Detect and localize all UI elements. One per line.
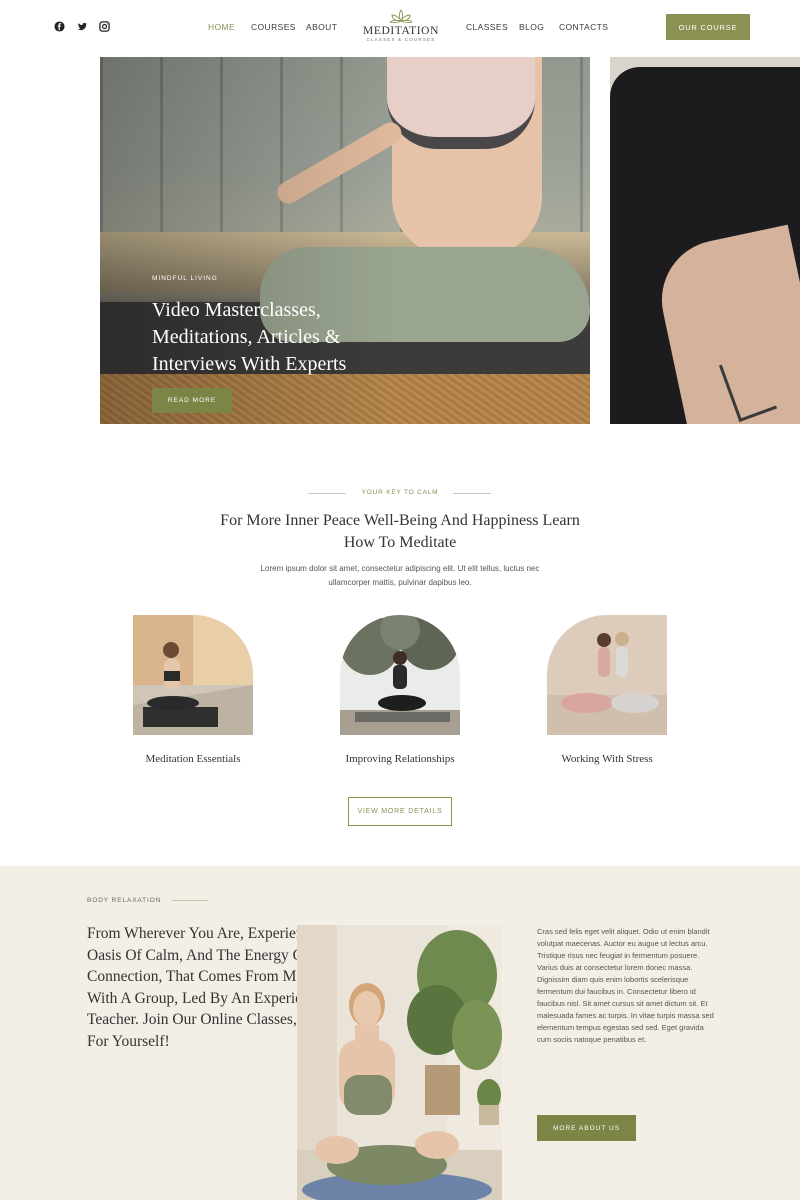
lotus-icon bbox=[389, 9, 413, 24]
twitter-icon[interactable] bbox=[77, 21, 88, 32]
relaxation-divider bbox=[172, 900, 208, 901]
logo-title: MEDITATION bbox=[363, 25, 439, 37]
our-course-button[interactable]: OUR COURSE bbox=[666, 14, 750, 40]
view-more-details-button[interactable]: VIEW MORE DETAILS bbox=[348, 797, 452, 826]
divider-left bbox=[308, 493, 346, 494]
read-more-button[interactable]: READ MORE bbox=[152, 388, 232, 413]
relaxation-text: Cras sed felis eget velit aliquet. Odio … bbox=[537, 927, 714, 1044]
instagram-icon[interactable] bbox=[99, 21, 110, 32]
hero-kicker: MINDFUL LIVING bbox=[152, 275, 218, 282]
divider-right bbox=[453, 493, 491, 494]
site-logo[interactable]: MEDITATION CLASSES & COURSES bbox=[360, 9, 442, 43]
more-about-us-button[interactable]: MORE ABOUT US bbox=[537, 1115, 636, 1141]
nav-contacts[interactable]: CONTACTS bbox=[559, 22, 608, 32]
nav-classes[interactable]: CLASSES bbox=[466, 22, 508, 32]
relaxation-kicker: BODY RELAXATION bbox=[87, 897, 162, 904]
relaxation-photo bbox=[297, 925, 502, 1200]
card-image-stress[interactable] bbox=[547, 615, 667, 735]
card-image-relationships[interactable] bbox=[340, 615, 460, 735]
site-header: HOME COURSES ABOUT CLASSES BLOG CONTACTS… bbox=[0, 0, 800, 57]
facebook-icon[interactable] bbox=[54, 21, 65, 32]
logo-subtitle: CLASSES & COURSES bbox=[366, 37, 436, 42]
nav-blog[interactable]: BLOG bbox=[519, 22, 544, 32]
card-caption-meditation[interactable]: Meditation Essentials bbox=[113, 753, 273, 765]
hero-title: Video Masterclasses, Meditations, Articl… bbox=[152, 299, 347, 375]
section-kicker: YOUR KEY TO CALM bbox=[361, 489, 439, 496]
card-image-meditation[interactable] bbox=[133, 615, 253, 735]
section-text: Lorem ipsum dolor sit amet, consectetur … bbox=[260, 564, 540, 587]
hero-slide-next[interactable] bbox=[610, 57, 800, 424]
nav-home[interactable]: HOME bbox=[208, 22, 235, 32]
section-title: For More Inner Peace Well-Being And Happ… bbox=[220, 512, 580, 551]
nav-courses[interactable]: COURSES bbox=[251, 22, 296, 32]
card-caption-stress[interactable]: Working With Stress bbox=[527, 753, 687, 765]
card-caption-relationships[interactable]: Improving Relationships bbox=[320, 753, 480, 765]
nav-about[interactable]: ABOUT bbox=[306, 22, 337, 32]
